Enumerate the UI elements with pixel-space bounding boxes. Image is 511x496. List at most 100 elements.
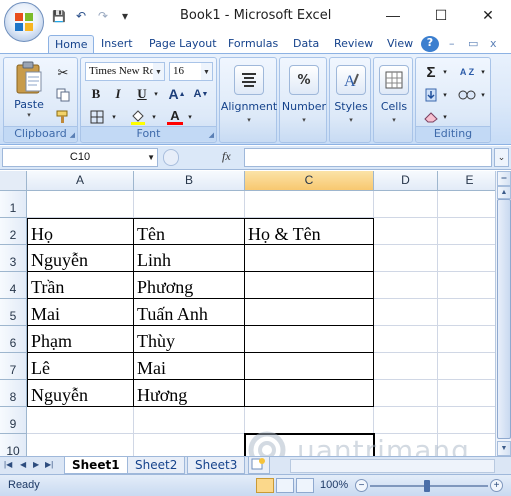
- paste-button[interactable]: Paste ▾: [7, 60, 51, 126]
- minimize-button[interactable]: —: [370, 0, 416, 30]
- worksheet-grid[interactable]: A B C D E 1 2 3 4 5 6 7 8 9 10 Họ Tên Họ…: [0, 171, 495, 456]
- column-header-b[interactable]: B: [134, 171, 245, 191]
- scroll-up-icon[interactable]: ▲: [497, 186, 511, 199]
- underline-button[interactable]: U: [133, 85, 151, 103]
- fill-dropdown-icon[interactable]: ▾: [440, 86, 450, 104]
- prev-sheet-icon[interactable]: ◀: [20, 460, 26, 469]
- cell-d8[interactable]: [374, 380, 438, 407]
- italic-button[interactable]: I: [109, 85, 127, 103]
- row-header-5[interactable]: 5: [0, 299, 27, 326]
- copy-icon[interactable]: [54, 86, 72, 104]
- styles-button[interactable]: A Styles ▾: [331, 62, 371, 128]
- find-select-icon[interactable]: [456, 86, 478, 104]
- cell-d9[interactable]: [374, 407, 438, 434]
- row-header-1[interactable]: 1: [0, 191, 27, 218]
- font-name-combo[interactable]: Times New Ro ▼: [85, 62, 165, 81]
- cell-c4[interactable]: [245, 272, 374, 299]
- normal-view-icon[interactable]: [256, 478, 274, 493]
- cell-c2[interactable]: Họ & Tên: [245, 218, 374, 245]
- row-header-8[interactable]: 8: [0, 380, 27, 407]
- font-name-dropdown-icon[interactable]: ▼: [153, 63, 164, 80]
- cell-e8[interactable]: [438, 380, 495, 407]
- bold-button[interactable]: B: [87, 85, 105, 103]
- maximize-button[interactable]: ☐: [418, 0, 464, 30]
- horizontal-scrollbar[interactable]: [290, 459, 495, 473]
- ribbon-close-icon[interactable]: x: [484, 35, 503, 54]
- tab-page-layout[interactable]: Page Layout: [143, 35, 223, 54]
- row-header-3[interactable]: 3: [0, 245, 27, 272]
- cell-e4[interactable]: [438, 272, 495, 299]
- borders-dropdown-icon[interactable]: ▾: [109, 108, 119, 126]
- tab-formulas[interactable]: Formulas: [222, 35, 284, 54]
- row-header-10[interactable]: 10: [0, 434, 27, 456]
- vertical-scroll-thumb[interactable]: [497, 199, 511, 439]
- cell-d7[interactable]: [374, 353, 438, 380]
- close-button[interactable]: ✕: [465, 0, 511, 30]
- name-box-dropdown-icon[interactable]: ▼: [147, 149, 155, 166]
- row-header-2[interactable]: 2: [0, 218, 27, 245]
- save-icon[interactable]: 💾: [50, 7, 68, 25]
- clipboard-launcher-icon[interactable]: ◢: [70, 131, 75, 139]
- cell-c1[interactable]: [245, 191, 374, 218]
- zoom-out-icon[interactable]: −: [355, 479, 368, 492]
- cell-c5[interactable]: [245, 299, 374, 326]
- cell-e5[interactable]: [438, 299, 495, 326]
- tab-view[interactable]: View: [381, 35, 419, 54]
- autosum-icon[interactable]: Σ: [422, 63, 440, 81]
- cell-d6[interactable]: [374, 326, 438, 353]
- row-header-6[interactable]: 6: [0, 326, 27, 353]
- cell-e6[interactable]: [438, 326, 495, 353]
- cell-a4[interactable]: Trần: [27, 272, 134, 299]
- cell-e7[interactable]: [438, 353, 495, 380]
- cell-c6[interactable]: [245, 326, 374, 353]
- cell-a5[interactable]: Mai: [27, 299, 134, 326]
- format-painter-icon[interactable]: [54, 108, 72, 126]
- sheet-tab-sheet1[interactable]: Sheet1: [64, 457, 128, 474]
- cell-c9[interactable]: [245, 407, 374, 434]
- tab-data[interactable]: Data: [287, 35, 325, 54]
- ribbon-minimize-icon[interactable]: –: [443, 35, 461, 54]
- cell-d4[interactable]: [374, 272, 438, 299]
- cell-a2[interactable]: Họ: [27, 218, 134, 245]
- formula-bar-splitter[interactable]: [163, 149, 179, 166]
- borders-icon[interactable]: [87, 108, 107, 126]
- fill-icon[interactable]: [422, 86, 440, 104]
- zoom-level[interactable]: 100%: [320, 479, 348, 491]
- clear-icon[interactable]: [422, 108, 440, 126]
- split-box-icon[interactable]: ═: [497, 171, 511, 186]
- cells-button[interactable]: Cells ▾: [375, 62, 413, 128]
- cell-a8[interactable]: Nguyễn: [27, 380, 134, 407]
- cell-b3[interactable]: Linh: [134, 245, 245, 272]
- redo-icon[interactable]: ↷: [94, 7, 112, 25]
- font-size-combo[interactable]: 16 ▼: [169, 62, 213, 81]
- autosum-dropdown-icon[interactable]: ▾: [440, 63, 450, 81]
- alignment-button[interactable]: Alignment ▾: [221, 62, 277, 128]
- cut-icon[interactable]: ✂: [54, 64, 72, 82]
- paste-dropdown-icon[interactable]: ▾: [27, 111, 31, 119]
- tab-insert[interactable]: Insert: [95, 35, 139, 54]
- cell-e2[interactable]: [438, 218, 495, 245]
- sort-filter-icon[interactable]: A Z: [456, 63, 478, 81]
- select-all-corner[interactable]: [0, 171, 27, 191]
- formula-input[interactable]: [244, 148, 492, 167]
- cell-b1[interactable]: [134, 191, 245, 218]
- help-icon[interactable]: ?: [421, 36, 439, 52]
- sort-dropdown-icon[interactable]: ▾: [478, 63, 488, 81]
- page-layout-view-icon[interactable]: [276, 478, 294, 493]
- cell-c8[interactable]: [245, 380, 374, 407]
- row-header-9[interactable]: 9: [0, 407, 27, 434]
- cell-a10[interactable]: [27, 434, 134, 456]
- cell-d5[interactable]: [374, 299, 438, 326]
- sheet-tab-sheet3[interactable]: Sheet3: [187, 457, 246, 474]
- tab-review[interactable]: Review: [328, 35, 379, 54]
- cell-c3[interactable]: [245, 245, 374, 272]
- office-button[interactable]: [4, 2, 44, 42]
- column-header-d[interactable]: D: [374, 171, 438, 191]
- row-header-4[interactable]: 4: [0, 272, 27, 299]
- shrink-font-button[interactable]: A ▼: [191, 85, 211, 103]
- zoom-in-icon[interactable]: +: [490, 479, 503, 492]
- ribbon-restore-icon[interactable]: ▭: [462, 35, 484, 54]
- clear-dropdown-icon[interactable]: ▾: [440, 108, 450, 126]
- cell-a6[interactable]: Phạm: [27, 326, 134, 353]
- find-dropdown-icon[interactable]: ▾: [478, 86, 488, 104]
